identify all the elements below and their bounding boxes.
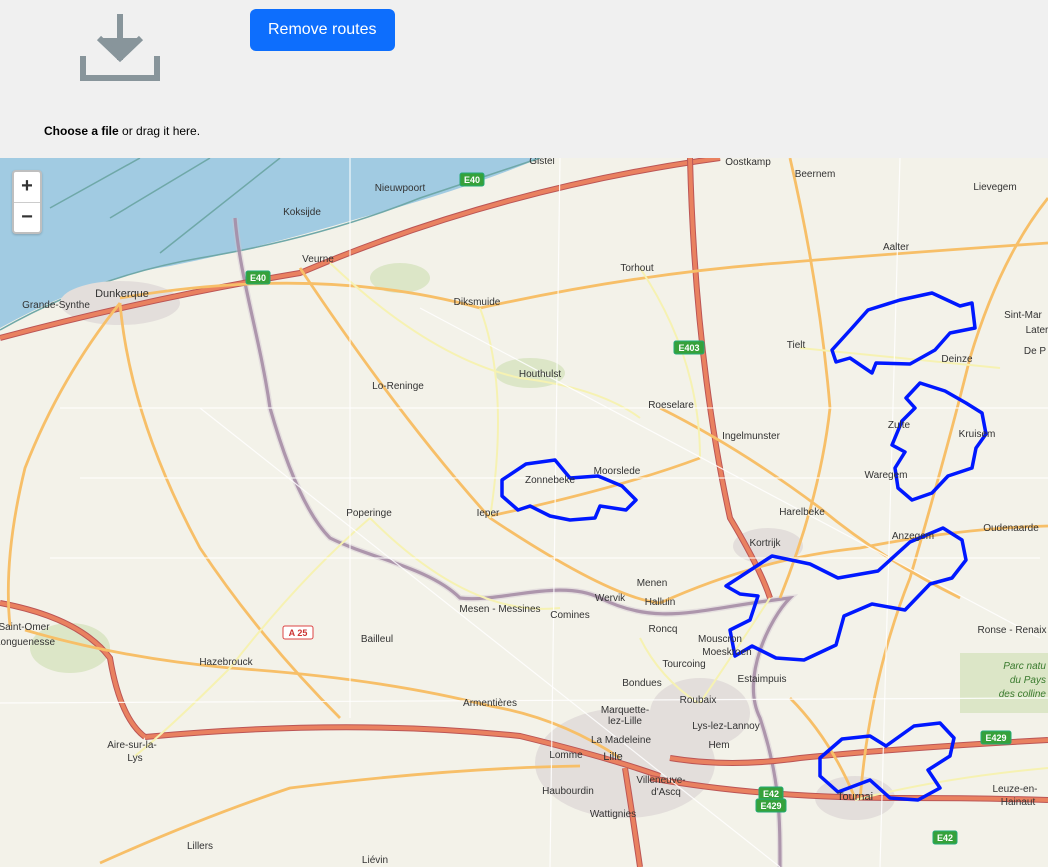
road-shield: E429 — [981, 731, 1011, 744]
town-label: Wattignies — [590, 809, 636, 820]
town-label: Mouscron — [698, 634, 742, 645]
town-label: Bailleul — [361, 634, 393, 645]
road-shield: E429 — [756, 799, 786, 812]
town-label: Lievegem — [973, 182, 1016, 193]
zoom-control: + − — [12, 170, 42, 234]
svg-text:E403: E403 — [678, 343, 699, 353]
town-label: Marquette- — [601, 705, 649, 716]
town-label: d'Ascq — [651, 787, 681, 798]
town-label: Moorslede — [594, 466, 641, 477]
town-label: Moeskroen — [702, 647, 751, 658]
town-label: Saint-Omer — [0, 622, 50, 633]
town-label: Deinze — [941, 354, 973, 365]
town-label: La Madeleine — [591, 735, 651, 746]
svg-text:des colline: des colline — [999, 689, 1047, 700]
town-label: Comines — [550, 610, 589, 621]
svg-text:A 25: A 25 — [289, 628, 308, 638]
town-label: Anzegem — [892, 531, 934, 542]
svg-text:du Pays: du Pays — [1010, 675, 1046, 686]
town-label: Oostkamp — [725, 158, 771, 168]
town-label: Ronse - Renaix — [978, 625, 1047, 636]
town-label: Roubaix — [680, 695, 717, 706]
svg-text:E42: E42 — [937, 833, 953, 843]
road-shield: E40 — [246, 271, 270, 284]
road-shield: E42 — [759, 787, 783, 800]
town-label: Lo-Reninge — [372, 381, 424, 392]
town-label: Sint-Mar — [1004, 310, 1042, 321]
town-label: Zonnebeke — [525, 475, 575, 486]
town-label: Nieuwpoort — [375, 183, 426, 194]
road-shield: E40 — [460, 173, 484, 186]
town-label: Leuze-en- — [992, 784, 1037, 795]
file-prompt[interactable]: Choose a file or drag it here. — [44, 124, 200, 138]
town-label: Zulte — [888, 420, 911, 431]
town-label: Estaimpuis — [738, 674, 787, 685]
town-label: Liévin — [362, 855, 388, 866]
town-label: Menen — [637, 578, 668, 589]
town-label: Villeneuve- — [636, 775, 685, 786]
town-label: Hem — [708, 740, 729, 751]
town-label: Lys-lez-Lannoy — [692, 721, 759, 732]
town-label: Hainaut — [1001, 797, 1036, 808]
town-label: Aalter — [883, 242, 910, 253]
town-label: Haubourdin — [542, 786, 594, 797]
town-label: Halluin — [645, 597, 676, 608]
svg-text:E42: E42 — [763, 789, 779, 799]
town-label: Kruisem — [959, 429, 996, 440]
road-shield: E403 — [674, 341, 704, 354]
town-label: lez-Lille — [608, 716, 642, 727]
town-label: Ieper — [477, 508, 500, 519]
town-label: Wervik — [595, 593, 626, 604]
town-label: Oudenaarde — [983, 523, 1039, 534]
town-label: Roeselare — [648, 400, 694, 411]
town-label: Ingelmunster — [722, 431, 780, 442]
upload-header: Remove routes Choose a file or drag it h… — [0, 0, 1048, 158]
map-canvas: Gistel Oostkamp Beernem Nieuwpoort Koksijde V… — [0, 158, 1048, 867]
town-label: Koksijde — [283, 207, 321, 218]
town-label: Armentières — [463, 698, 517, 709]
town-label: Houthulst — [519, 369, 561, 380]
town-label: Longuenesse — [0, 637, 55, 648]
town-label: Lomme — [549, 750, 583, 761]
town-label: Lillers — [187, 841, 213, 852]
town-label: Grande-Synthe — [22, 300, 90, 311]
svg-text:E40: E40 — [464, 175, 480, 185]
town-label: Harelbeke — [779, 507, 825, 518]
town-label: Poperinge — [346, 508, 392, 519]
town-label: Torhout — [620, 263, 654, 274]
city-label: Dunkerque — [95, 288, 149, 300]
town-label: Beernem — [795, 169, 836, 180]
town-label: Veurne — [302, 254, 334, 265]
town-label: Gistel — [529, 158, 555, 167]
town-label: Tourcoing — [662, 659, 705, 670]
svg-text:E40: E40 — [250, 273, 266, 283]
town-label: Waregem — [865, 470, 908, 481]
svg-text:E429: E429 — [760, 801, 781, 811]
svg-text:Parc natu: Parc natu — [1003, 661, 1046, 672]
town-label: Tielt — [787, 340, 806, 351]
upload-icon[interactable] — [75, 10, 165, 95]
svg-text:E429: E429 — [985, 733, 1006, 743]
town-label: De P — [1024, 346, 1047, 357]
town-label: Kortrijk — [749, 538, 781, 549]
zoom-out-button[interactable]: − — [14, 202, 40, 232]
town-label: Hazebrouck — [199, 657, 253, 668]
file-prompt-bold: Choose a file — [44, 124, 119, 138]
remove-routes-button[interactable]: Remove routes — [250, 9, 395, 51]
road-shield: A 25 — [283, 626, 313, 639]
zoom-in-button[interactable]: + — [14, 172, 40, 202]
town-label: Lys — [127, 753, 142, 764]
city-label: Lille — [603, 751, 623, 763]
town-label: Later — [1026, 325, 1048, 336]
town-label: Diksmuide — [454, 297, 501, 308]
town-label: Bondues — [622, 678, 661, 689]
city-label: Tournai — [837, 791, 873, 803]
town-label: Roncq — [649, 624, 678, 635]
town-label: Mesen - Messines — [459, 604, 540, 615]
road-shield: E42 — [933, 831, 957, 844]
file-prompt-rest: or drag it here. — [119, 124, 200, 138]
town-label: Aire-sur-la- — [107, 740, 156, 751]
map[interactable]: + − — [0, 158, 1048, 867]
